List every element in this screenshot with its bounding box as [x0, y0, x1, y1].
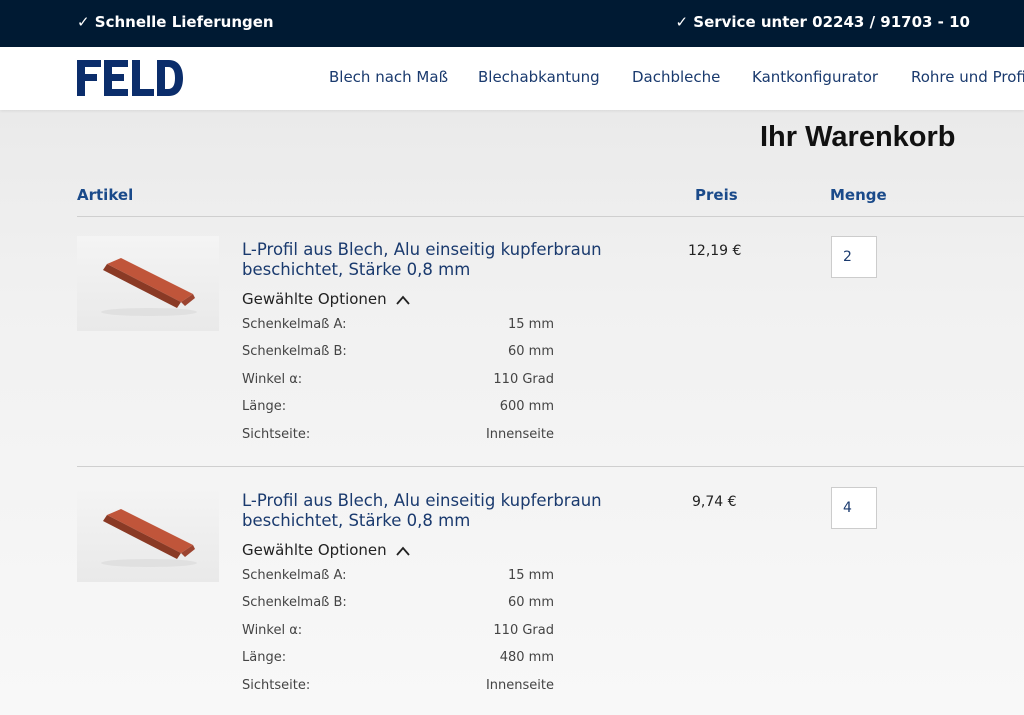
option-key: Sichtseite:: [242, 678, 311, 693]
top-service-bar: ✓ Schnelle Lieferungen ✓ Service unter 0…: [0, 0, 1024, 47]
column-header-price: Preis: [695, 186, 738, 204]
l-profile-image: [101, 509, 197, 567]
fast-delivery-note: ✓ Schnelle Lieferungen: [77, 13, 274, 31]
product-title[interactable]: L-Profil aus Blech, Alu einseitig kupfer…: [242, 240, 652, 280]
page-title: Ihr Warenkorb: [760, 121, 956, 153]
header-divider: [77, 216, 1024, 217]
feld-logo-mark: [77, 60, 183, 96]
feld-logo[interactable]: [77, 60, 183, 96]
options-label: Gewählte Optionen: [242, 541, 387, 559]
product-title[interactable]: L-Profil aus Blech, Alu einseitig kupfer…: [242, 491, 652, 531]
quantity-input[interactable]: [831, 236, 877, 278]
option-value: 60 mm: [507, 595, 554, 610]
column-header-quantity: Menge: [830, 186, 887, 204]
option-value: Innenseite: [485, 678, 554, 693]
item-price: 12,19 €: [688, 243, 742, 259]
nav-rohre-und-profile[interactable]: Rohre und Profi: [911, 68, 1024, 86]
l-profile-image: [101, 258, 197, 316]
option-value: Innenseite: [485, 427, 554, 442]
option-value: 15 mm: [507, 568, 554, 583]
options-label: Gewählte Optionen: [242, 290, 387, 308]
chevron-up-icon: [396, 546, 411, 556]
option-key: Länge:: [242, 650, 287, 665]
option-value: 480 mm: [499, 650, 554, 665]
option-key: Sichtseite:: [242, 427, 311, 442]
option-value: 110 Grad: [493, 623, 554, 638]
option-key: Schenkelmaß B:: [242, 344, 347, 359]
nav-kantkonfigurator[interactable]: Kantkonfigurator: [752, 68, 878, 86]
item-divider: [77, 466, 1024, 467]
option-key: Schenkelmaß A:: [242, 317, 347, 332]
option-key: Schenkelmaß B:: [242, 595, 347, 610]
option-value: 600 mm: [499, 399, 554, 414]
option-value: 15 mm: [507, 317, 554, 332]
quantity-input[interactable]: [831, 487, 877, 529]
options-toggle[interactable]: Gewählte Optionen: [242, 541, 411, 559]
chevron-up-icon: [396, 295, 411, 305]
option-key: Schenkelmaß A:: [242, 568, 347, 583]
option-key: Länge:: [242, 399, 287, 414]
nav-blechabkantung[interactable]: Blechabkantung: [478, 68, 600, 86]
option-key: Winkel α:: [242, 623, 303, 638]
item-price: 9,74 €: [692, 494, 737, 510]
service-phone-note[interactable]: ✓ Service unter 02243 / 91703 - 10: [675, 13, 970, 31]
option-key: Winkel α:: [242, 372, 303, 387]
option-value: 60 mm: [507, 344, 554, 359]
nav-blech-nach-mass[interactable]: Blech nach Maß: [329, 68, 448, 86]
main-navigation: Blech nach Maß Blechabkantung Dachbleche…: [0, 47, 1024, 110]
options-toggle[interactable]: Gewählte Optionen: [242, 290, 411, 308]
nav-dachbleche[interactable]: Dachbleche: [632, 68, 720, 86]
product-thumbnail[interactable]: [77, 487, 219, 582]
option-value: 110 Grad: [493, 372, 554, 387]
column-header-article: Artikel: [77, 186, 134, 204]
product-thumbnail[interactable]: [77, 236, 219, 331]
